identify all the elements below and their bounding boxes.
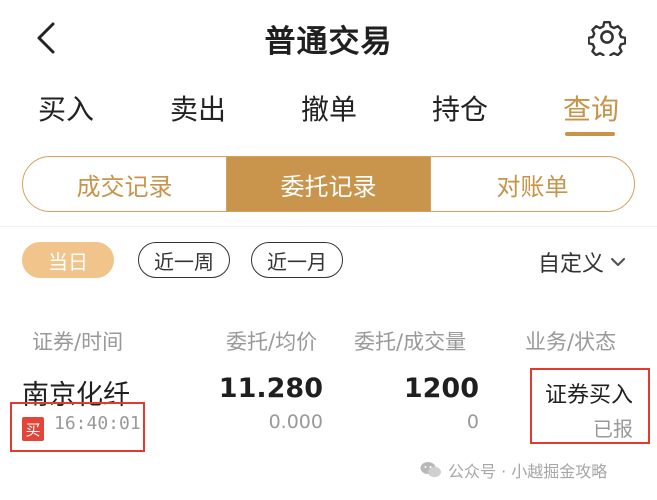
section-divider — [0, 226, 657, 227]
order-quantity: 1200 — [403, 373, 479, 404]
column-header-business-status: 业务/状态 — [525, 330, 617, 354]
filter-last-month[interactable]: 近一月 — [251, 242, 343, 278]
tab-cancel-order[interactable]: 撤单 — [301, 88, 357, 128]
tab-sell[interactable]: 卖出 — [170, 88, 226, 128]
custom-range-dropdown[interactable]: 自定义 — [538, 246, 626, 278]
filled-quantity: 0 — [466, 411, 479, 433]
highlight-box-time — [10, 402, 145, 452]
order-price: 11.280 — [218, 373, 323, 404]
segment-statement[interactable]: 对账单 — [431, 157, 634, 211]
segment-trade-records[interactable]: 成交记录 — [23, 157, 227, 211]
tab-positions[interactable]: 持仓 — [432, 88, 488, 128]
segment-order-records[interactable]: 委托记录 — [227, 157, 431, 211]
tab-buy[interactable]: 买入 — [38, 88, 94, 128]
trade-tabs: 买入 卖出 撤单 持仓 查询 — [0, 82, 657, 142]
page-title: 普通交易 — [264, 24, 393, 60]
average-price: 0.000 — [268, 411, 323, 433]
column-header-order-avg-price: 委托/均价 — [226, 330, 318, 354]
date-filter-bar: 当日 近一周 近一月 自定义 — [0, 236, 657, 286]
highlight-box-status — [530, 368, 650, 444]
column-header-security-time: 证券/时间 — [32, 330, 124, 354]
column-header-order-filled-qty: 委托/成交量 — [354, 330, 467, 354]
settings-button[interactable] — [586, 16, 628, 58]
tab-query[interactable]: 查询 — [563, 88, 619, 128]
watermark-text: 公众号 · 小越掘金攻略 — [448, 462, 608, 481]
custom-range-label: 自定义 — [538, 252, 605, 277]
filter-today[interactable]: 当日 — [22, 242, 114, 278]
filter-last-week[interactable]: 近一周 — [138, 242, 230, 278]
active-tab-indicator — [565, 132, 615, 136]
wechat-icon — [420, 462, 441, 478]
watermark: 公众号 · 小越掘金攻略 — [420, 458, 607, 482]
gear-icon — [588, 21, 626, 56]
record-type-switch: 成交记录 委托记录 对账单 — [22, 156, 635, 212]
chevron-down-icon — [610, 257, 626, 267]
top-bar: 普通交易 — [0, 0, 657, 72]
